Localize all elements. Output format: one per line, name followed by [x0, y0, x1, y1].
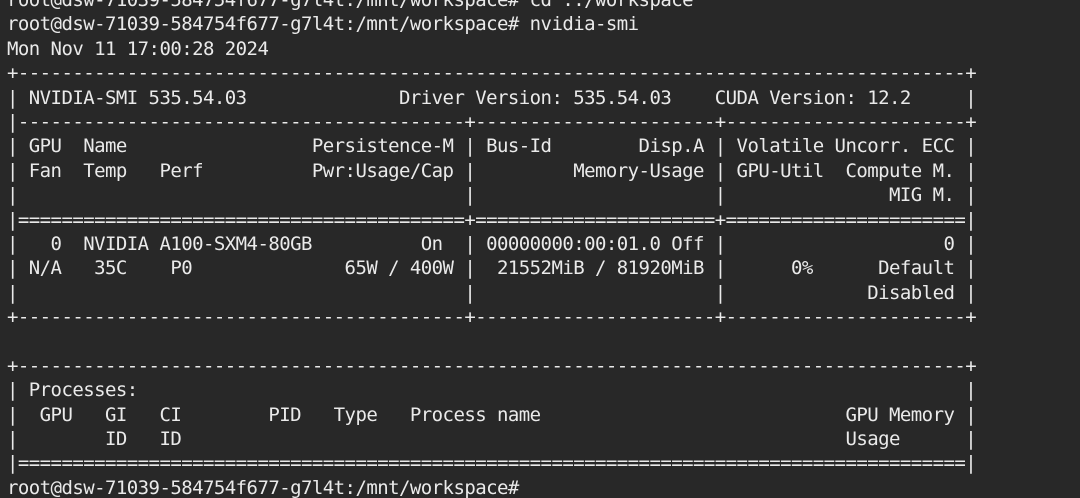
- processes-title-row: | Processes: |: [7, 379, 977, 402]
- table-header-row-2: | Fan Temp Perf Pwr:Usage/Cap | Memory-U…: [7, 159, 977, 182]
- table-separator: |---------------------------------------…: [7, 110, 977, 133]
- terminal-command-line: root@dsw-71039-584754f677-g7l4t:/mnt/wor…: [7, 13, 639, 36]
- terminal-output: root@dsw-71039-584754f677-g7l4t:/mnt/wor…: [7, 0, 977, 498]
- timestamp-line: Mon Nov 11 17:00:28 2024: [7, 37, 269, 60]
- processes-border-top: +---------------------------------------…: [7, 354, 977, 377]
- processes-header-row-1: | GPU GI CI PID Type Process name GPU Me…: [7, 403, 977, 426]
- terminal-window[interactable]: root@dsw-71039-584754f677-g7l4t:/mnt/wor…: [0, 0, 1080, 498]
- smi-version-row: | NVIDIA-SMI 535.54.03 Driver Version: 5…: [7, 86, 977, 109]
- processes-header-divider: |=======================================…: [7, 452, 977, 475]
- table-border-top: +---------------------------------------…: [7, 62, 977, 85]
- table-header-row-3: | | | MIG M. |: [7, 184, 977, 207]
- gpu-row-3: | | | Disabled |: [7, 281, 977, 304]
- table-header-divider: |=======================================…: [7, 208, 977, 231]
- terminal-prompt[interactable]: root@dsw-71039-584754f677-g7l4t:/mnt/wor…: [7, 476, 976, 498]
- gpu-row-2: | N/A 35C P0 65W / 400W | 21552MiB / 819…: [7, 257, 977, 280]
- table-border-bottom: +---------------------------------------…: [7, 306, 977, 329]
- gpu-row-1: | 0 NVIDIA A100-SXM4-80GB On | 00000000:…: [7, 232, 977, 255]
- table-header-row-1: | GPU Name Persistence-M | Bus-Id Disp.A…: [7, 135, 977, 158]
- terminal-line: root@dsw-71039-584754f677-g7l4t:/mnt/wor…: [7, 0, 694, 11]
- processes-header-row-2: | ID ID Usage |: [7, 428, 977, 451]
